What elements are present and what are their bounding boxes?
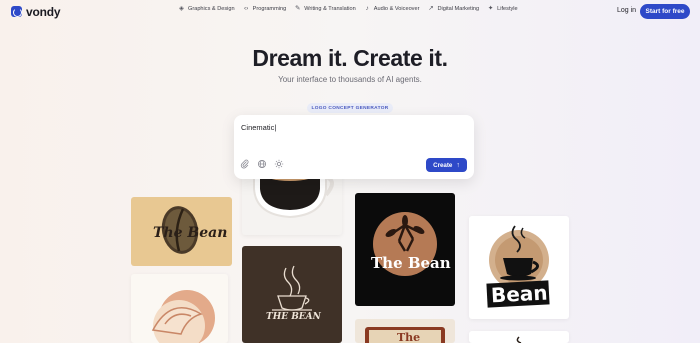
gallery-tile-partial[interactable] (469, 331, 569, 343)
tile-text: The Bean (371, 254, 451, 272)
create-label: Create (433, 161, 453, 169)
gallery-tile-circle-leaves[interactable]: The Bean (355, 193, 455, 306)
hero-subtitle: Your interface to thousands of AI agents… (278, 75, 422, 84)
tile-text: Bean (486, 280, 550, 308)
nav-lifestyle[interactable]: ✦ Lifestyle (487, 5, 518, 13)
nav-audio-voiceover[interactable]: ♪ Audio & Voiceover (364, 5, 420, 13)
globe-icon[interactable] (257, 159, 267, 169)
code-icon: ‹› (243, 5, 249, 12)
circle-leaves-illustration (373, 212, 437, 276)
microphone-icon: ♪ (365, 5, 369, 12)
category-menu: ◈ Graphics & Design ‹› Programming ✎ Wri… (178, 5, 518, 13)
palette-icon: ◈ (179, 5, 184, 12)
nav-item-label: Audio & Voiceover (373, 6, 420, 13)
vondy-logo-icon (11, 6, 22, 17)
tile-text: THE BEAN (266, 312, 321, 322)
brand-name: vondy (26, 4, 61, 19)
sparkle-icon: ✦ (487, 5, 494, 12)
nav-digital-marketing[interactable]: ↗ Digital Marketing (427, 5, 480, 13)
gallery-tile-retro-sign[interactable]: The (355, 319, 455, 343)
trend-icon: ↗ (428, 5, 434, 12)
login-link[interactable]: Log in (617, 7, 636, 14)
prompt-card: Create ↑ (234, 115, 474, 179)
brand-logo[interactable]: vondy (11, 4, 61, 19)
pen-icon: ✎ (294, 5, 301, 12)
nav-item-label: Writing & Translation (304, 6, 356, 13)
gallery-tile-steam-cup[interactable]: THE BEAN (242, 246, 342, 343)
sun-icon[interactable] (274, 159, 284, 169)
generator-badge: LOGO CONCEPT GENERATOR (307, 103, 393, 113)
top-nav: vondy ◈ Graphics & Design ‹› Programming… (0, 0, 700, 24)
arrow-up-icon: ↑ (456, 161, 460, 169)
tile-text: The (397, 331, 421, 343)
gallery-tile-croissant-cup[interactable] (131, 274, 228, 343)
paperclip-icon[interactable] (240, 159, 250, 169)
nav-graphics-design[interactable]: ◈ Graphics & Design (178, 5, 235, 13)
prompt-input[interactable] (241, 121, 441, 133)
partial-illustration (516, 336, 522, 343)
gallery-tile-mug-bean[interactable]: Bean (469, 216, 569, 319)
nav-item-label: Graphics & Design (188, 6, 235, 13)
gallery-tile-coffee-bean[interactable]: The Bean (131, 197, 232, 266)
nav-item-label: Lifestyle (497, 6, 518, 13)
nav-programming[interactable]: ‹› Programming (243, 5, 287, 13)
croissant-cup-illustration (151, 290, 215, 343)
start-free-button[interactable]: Start for free (640, 4, 690, 19)
hero-title: Dream it. Create it. (252, 45, 448, 71)
create-button[interactable]: Create ↑ (426, 158, 467, 172)
tile-text: The Bean (153, 225, 228, 241)
nav-item-label: Digital Marketing (437, 6, 480, 13)
steam-cup-illustration (272, 265, 312, 311)
nav-item-label: Programming (252, 6, 287, 13)
nav-writing-translation[interactable]: ✎ Writing & Translation (294, 5, 356, 13)
